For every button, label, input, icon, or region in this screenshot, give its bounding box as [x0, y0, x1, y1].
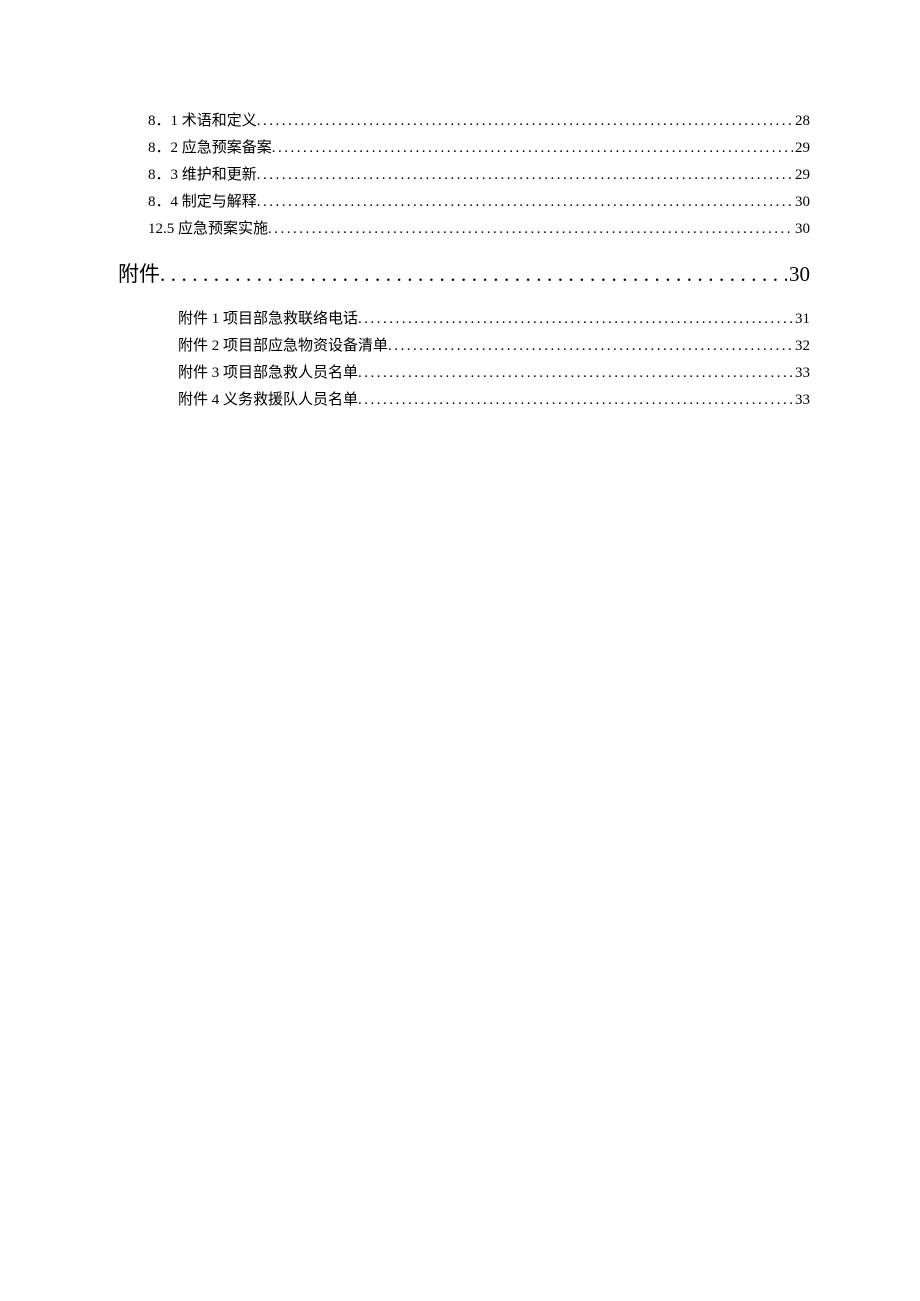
toc-heading-label: 附件	[118, 261, 160, 288]
table-of-contents: 8．1 术语和定义 28 8．2 应急预案备案 29 8．3 维护和更新 29 …	[148, 108, 810, 414]
toc-entry: 8．1 术语和定义 28	[148, 108, 810, 135]
toc-leader-dots	[257, 108, 793, 135]
toc-leader-dots	[358, 360, 793, 387]
toc-leader-dots	[358, 387, 793, 414]
toc-leader-dots	[388, 333, 793, 360]
toc-entry: 8．2 应急预案备案 29	[148, 135, 810, 162]
toc-leader-dots	[358, 306, 793, 333]
toc-label: 附件 2 项目部应急物资设备清单	[178, 333, 388, 360]
toc-page-number: 29	[793, 162, 810, 189]
toc-entry: 附件 2 项目部应急物资设备清单 32	[178, 333, 810, 360]
toc-entry: 附件 3 项目部急救人员名单 33	[178, 360, 810, 387]
toc-page-number: 33	[793, 387, 810, 414]
toc-page-number: 31	[793, 306, 810, 333]
toc-entry: 8．4 制定与解释 30	[148, 189, 810, 216]
toc-label: 12.5 应急预案实施	[148, 216, 268, 243]
toc-label: 8．3 维护和更新	[148, 162, 257, 189]
toc-label: 附件 1 项目部急救联络电话	[178, 306, 358, 333]
toc-leader-dots	[160, 261, 787, 288]
toc-leader-dots	[257, 162, 793, 189]
toc-page-number: 30	[787, 261, 810, 288]
toc-label: 附件 3 项目部急救人员名单	[178, 360, 358, 387]
toc-leader-dots	[268, 216, 793, 243]
toc-label: 8．1 术语和定义	[148, 108, 257, 135]
toc-page-number: 32	[793, 333, 810, 360]
toc-label: 附件 4 义务救援队人员名单	[178, 387, 358, 414]
toc-entry: 附件 4 义务救援队人员名单 33	[178, 387, 810, 414]
toc-page-number: 29	[793, 135, 810, 162]
toc-page-number: 28	[793, 108, 810, 135]
toc-entry: 附件 1 项目部急救联络电话 31	[178, 306, 810, 333]
toc-leader-dots	[272, 135, 793, 162]
toc-page-number: 30	[793, 189, 810, 216]
toc-heading-entry: 附件 30	[118, 261, 810, 288]
toc-leader-dots	[257, 189, 793, 216]
toc-page-number: 33	[793, 360, 810, 387]
toc-page-number: 30	[793, 216, 810, 243]
toc-label: 8．2 应急预案备案	[148, 135, 272, 162]
toc-entry: 12.5 应急预案实施 30	[148, 216, 810, 243]
toc-entry: 8．3 维护和更新 29	[148, 162, 810, 189]
toc-label: 8．4 制定与解释	[148, 189, 257, 216]
